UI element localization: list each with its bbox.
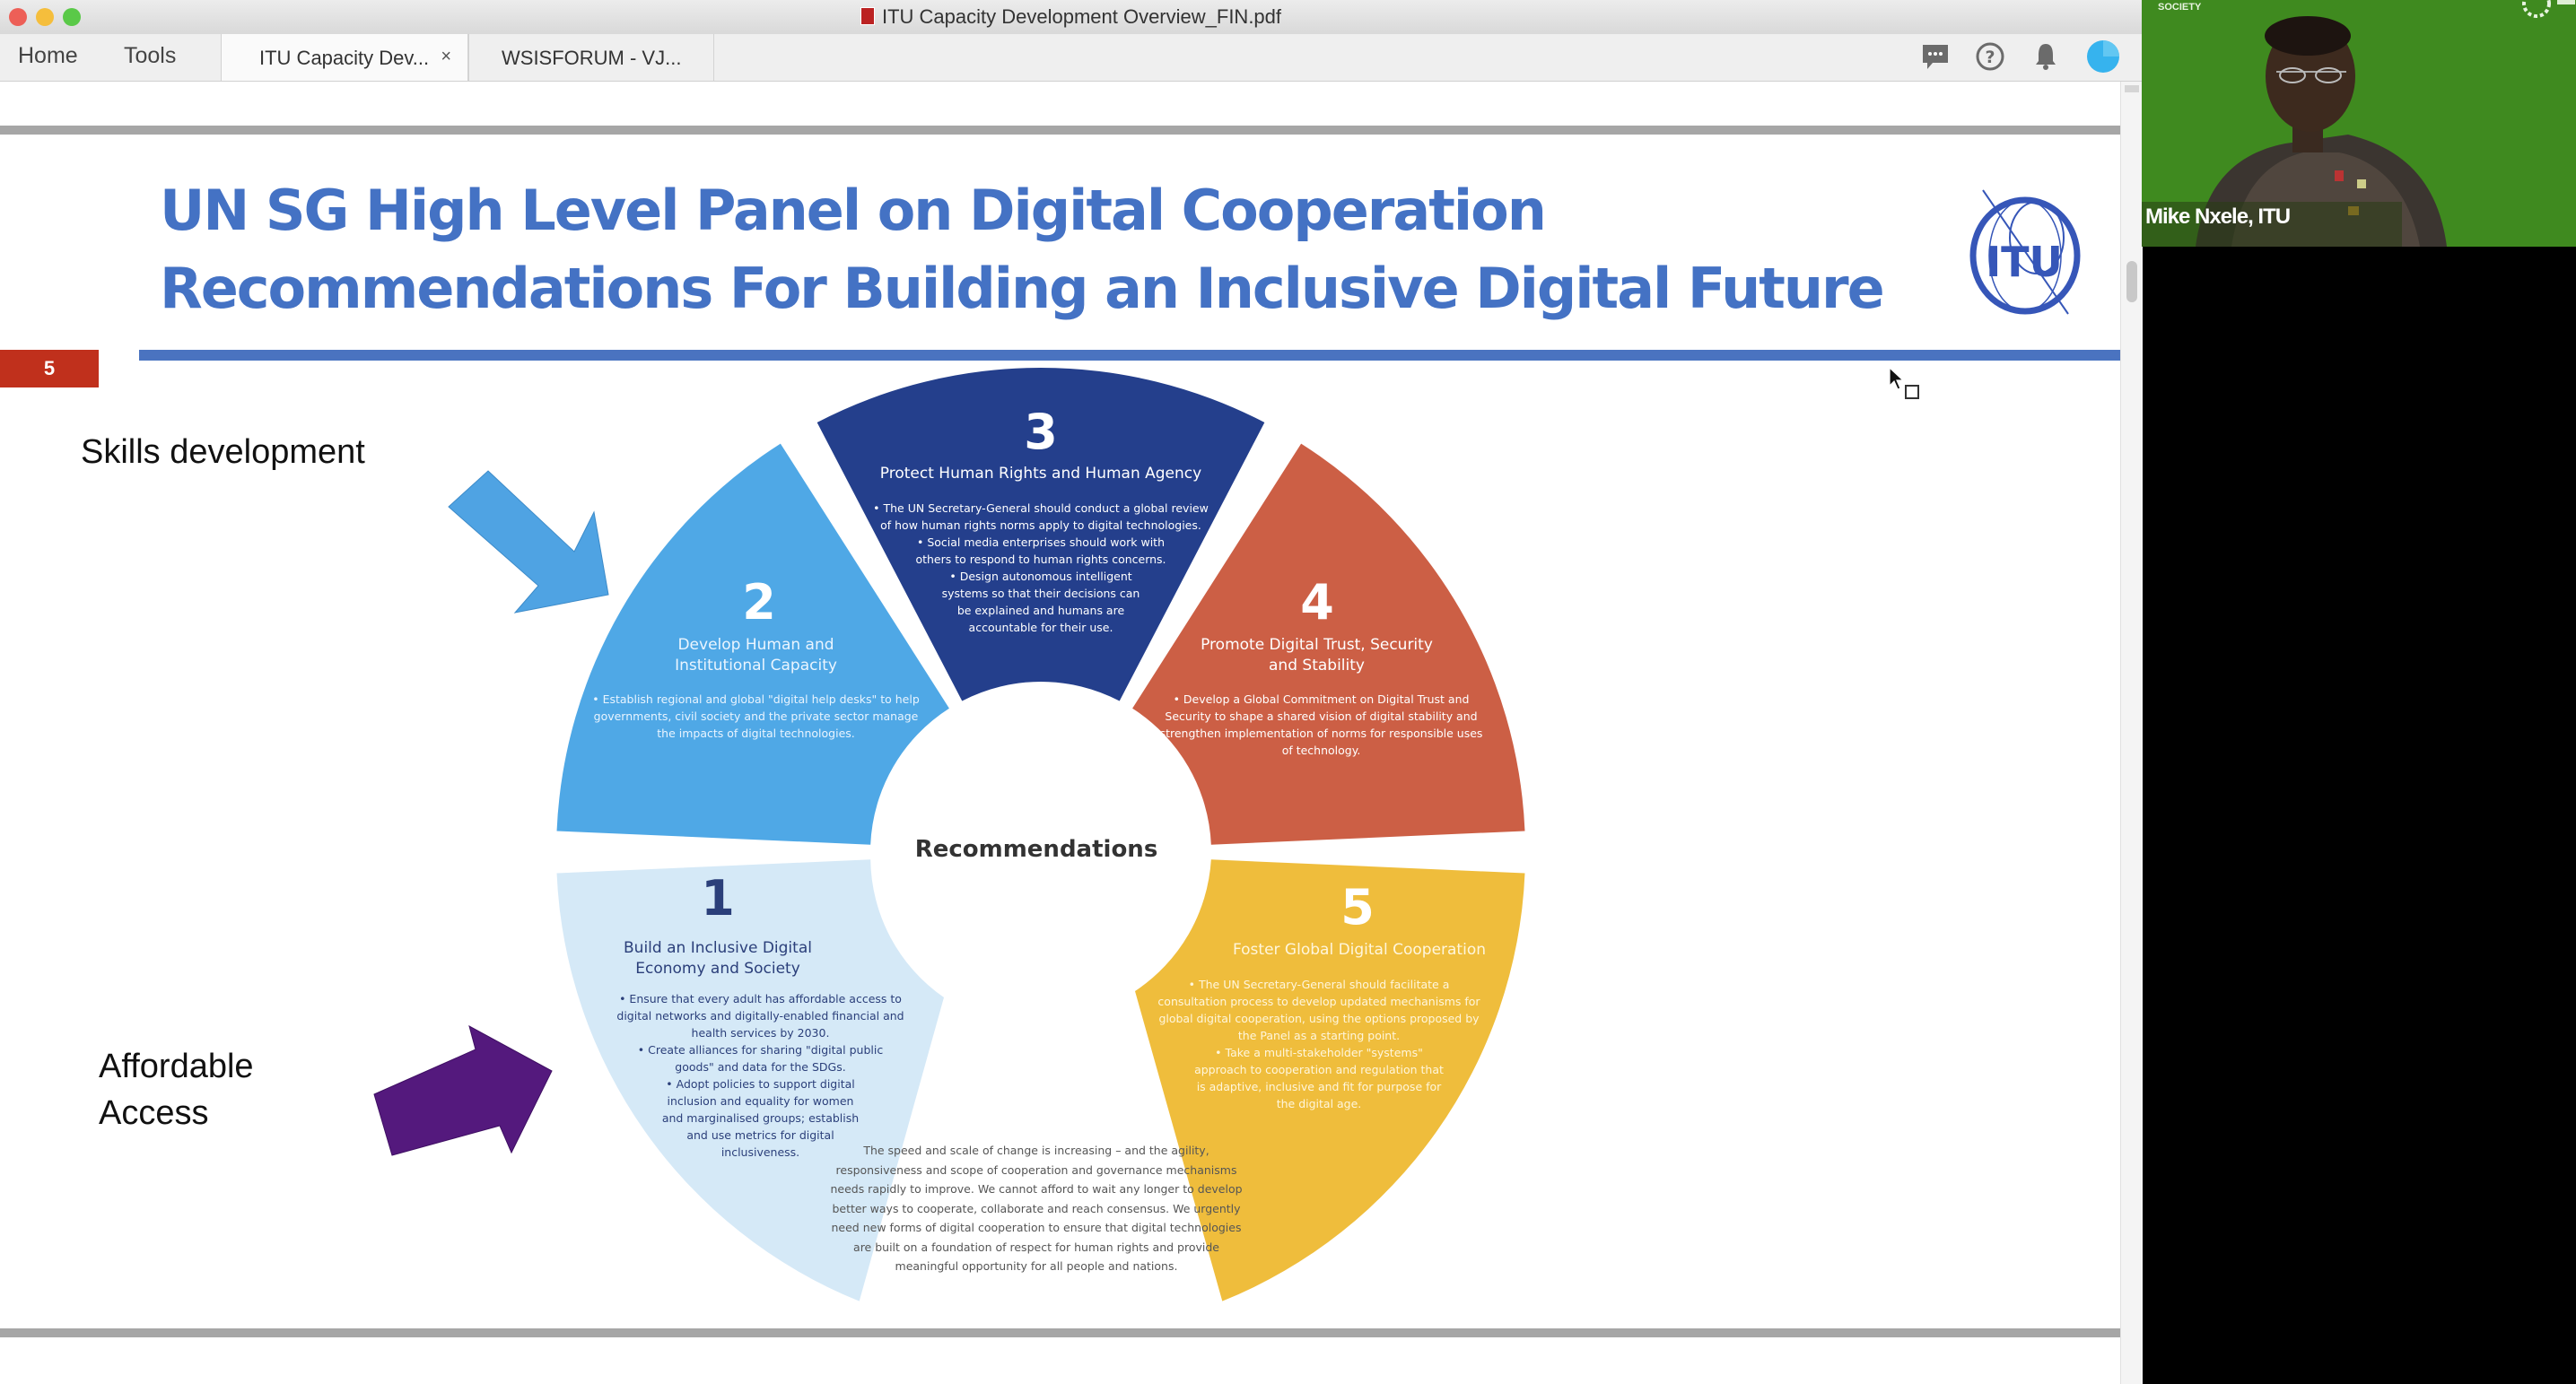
video-feed[interactable]: SOCIETY Mike Nxele, ITU	[2142, 0, 2576, 247]
segment-3-bullet: • Social media enterprises should work w…	[915, 535, 1166, 566]
segment-5-bullet: • The UN Secretary-General should facili…	[1157, 978, 1480, 1042]
scroll-thumb[interactable]	[2126, 261, 2137, 302]
segment-3-bullet: • Design autonomous intelligent systems …	[941, 570, 1140, 634]
segment-3-title: Protect Human Rights and Human Agency	[879, 465, 1202, 483]
segment-2-body: • Establish regional and global "digital…	[588, 691, 924, 742]
segment-3-body: • The UN Secretary-General should conduc…	[870, 500, 1211, 636]
mouse-cursor-icon	[1889, 366, 1919, 399]
scroll-up-button[interactable]	[2125, 85, 2139, 92]
segment-2-title: Develop Human and Institutional Capacity	[675, 636, 837, 675]
segment-1-number: 1	[701, 870, 735, 927]
segment-4-number: 4	[1300, 574, 1334, 631]
segment-4-body: • Develop a Global Commitment on Digital…	[1157, 691, 1485, 759]
segment-5-title: Foster Global Digital Cooperation	[1232, 941, 1486, 959]
segment-5-number: 5	[1340, 879, 1375, 936]
quote-text: The speed and scale of change is increas…	[830, 1144, 1243, 1273]
participant-name: Mike Nxele, ITU	[2145, 205, 2291, 229]
segment-1-body: • Ensure that every adult has affordable…	[601, 990, 920, 1161]
segment-3-bullet: • The UN Secretary-General should conduc…	[873, 501, 1209, 532]
segment-1-bullet: • Create alliances for sharing "digital …	[637, 1043, 884, 1074]
vertical-scrollbar[interactable]	[2120, 82, 2143, 1384]
segment-1-title: Build an Inclusive Digital Economy and S…	[624, 939, 812, 978]
segment-5-bullet: • Take a multi-stakeholder "systems" app…	[1194, 1046, 1444, 1110]
center-label: Recommendations	[914, 836, 1158, 863]
segment-1-bullet: • Ensure that every adult has affordable…	[616, 992, 904, 1040]
segment-3-number: 3	[1024, 404, 1058, 460]
segment-2-bullet: • Establish regional and global "digital…	[592, 692, 920, 740]
segment-4-bullet: • Develop a Global Commitment on Digital…	[1159, 692, 1483, 757]
segment-4-title: Promote Digital Trust, Security and Stab…	[1201, 636, 1433, 675]
segment-2-number: 2	[742, 574, 776, 631]
segment-5-body: • The UN Secretary-General should facili…	[1157, 976, 1480, 1112]
